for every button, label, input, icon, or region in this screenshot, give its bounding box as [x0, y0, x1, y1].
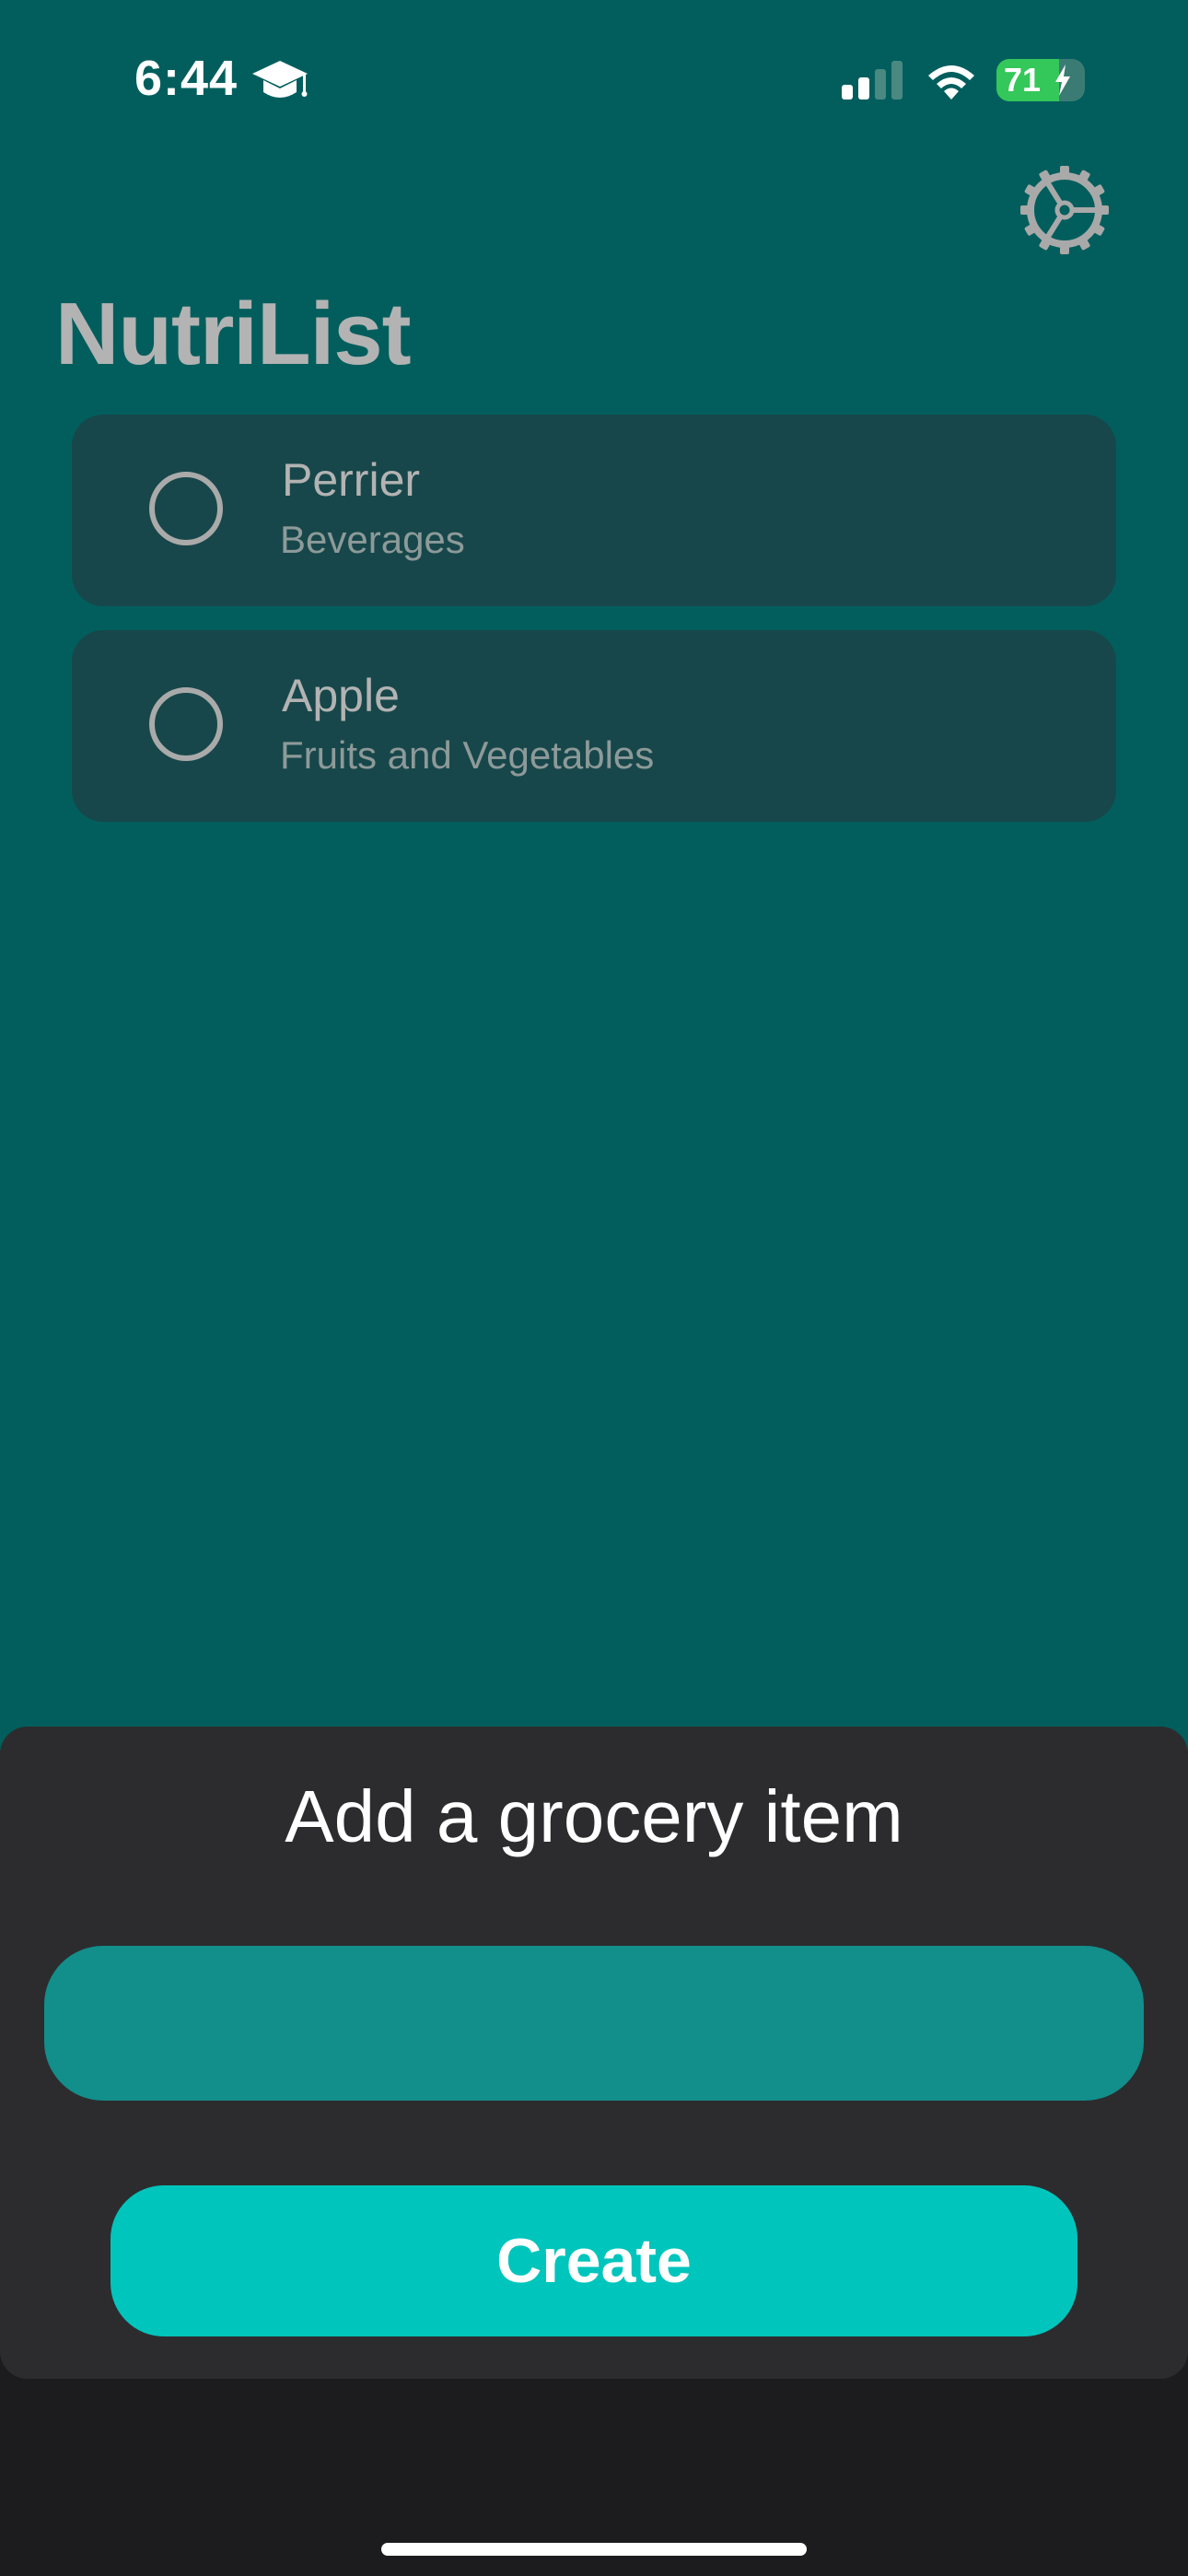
item-name: Apple [282, 670, 400, 721]
charging-bolt-icon [1055, 64, 1070, 96]
graduation-cap-icon [252, 61, 308, 98]
item-name: Perrier [282, 454, 421, 506]
list-item[interactable]: Apple Fruits and Vegetables [72, 630, 1116, 822]
battery-indicator: 71 [996, 59, 1085, 101]
gear-icon[interactable] [1019, 164, 1111, 256]
sheet-title: Add a grocery item [285, 1775, 903, 1857]
battery-tip [1079, 72, 1085, 88]
create-button[interactable]: Create [111, 2185, 1077, 2336]
grocery-list: Perrier Beverages Apple Fruits and Veget… [72, 415, 1116, 846]
wifi-icon [928, 65, 974, 100]
cellular-signal-icon [842, 61, 903, 100]
status-time: 6:44 [134, 51, 239, 106]
app-screen: 6:44 71 NutriList Perrier Beverages Appl… [0, 0, 1188, 2576]
list-item[interactable]: Perrier Beverages [72, 415, 1116, 606]
battery-level-text: 71 [1004, 61, 1042, 99]
page-title: NutriList [55, 285, 412, 383]
checkbox-circle-icon[interactable] [149, 472, 223, 545]
checkbox-circle-icon[interactable] [149, 687, 223, 761]
item-category: Fruits and Vegetables [280, 733, 655, 777]
item-category: Beverages [280, 518, 465, 561]
home-indicator[interactable] [381, 2543, 807, 2556]
grocery-item-input[interactable] [44, 1946, 1144, 2101]
app-background [0, 0, 1188, 1751]
add-item-sheet: Add a grocery item Create [0, 1727, 1188, 2379]
